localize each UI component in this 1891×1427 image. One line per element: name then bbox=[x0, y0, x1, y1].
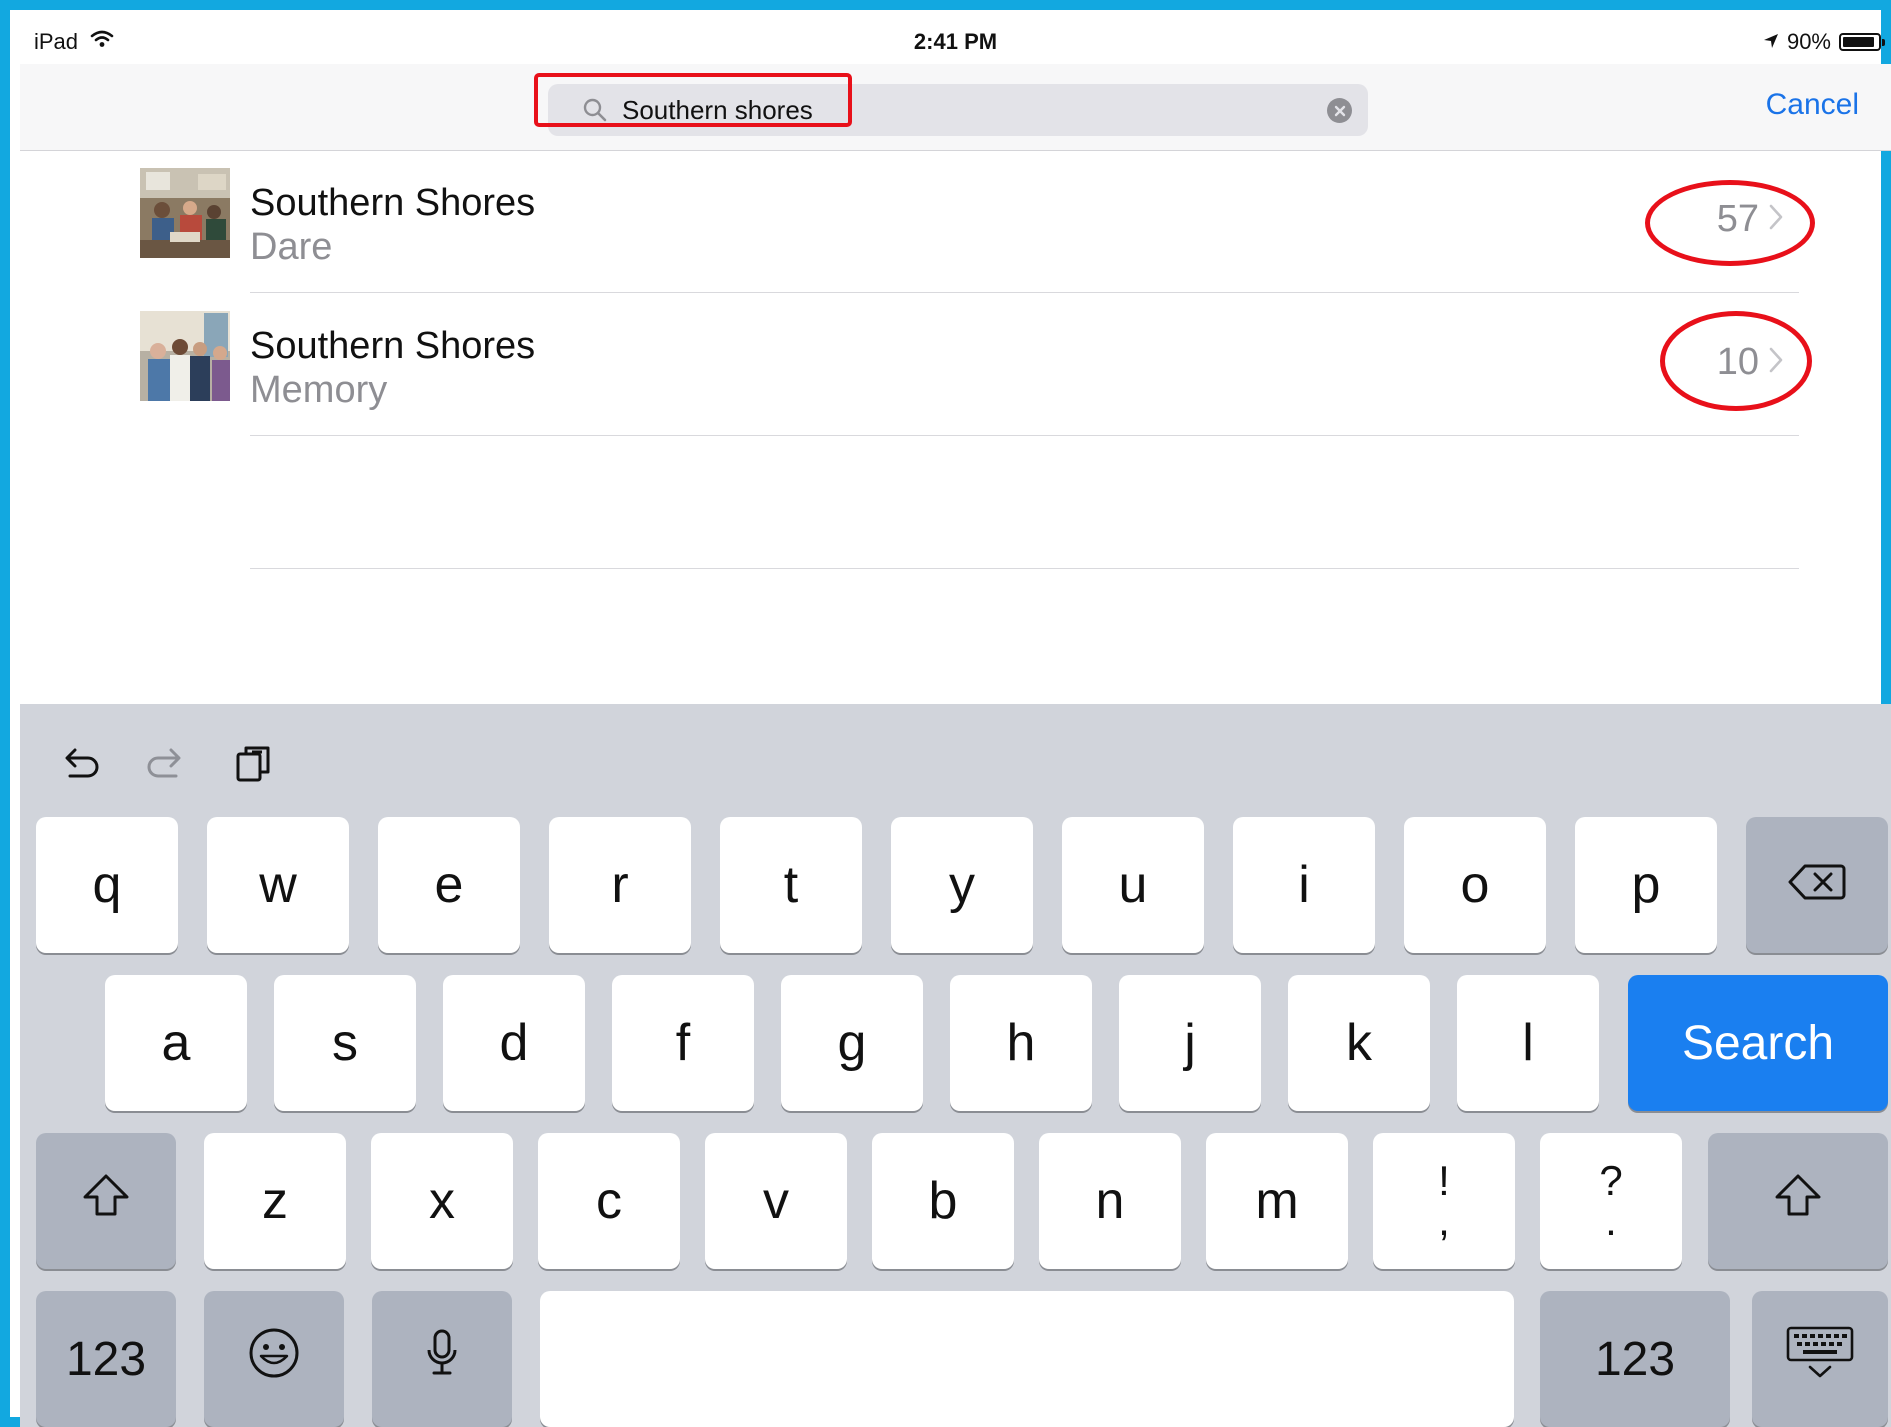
key-d[interactable]: d bbox=[443, 975, 585, 1111]
key-o[interactable]: o bbox=[1404, 817, 1546, 953]
clear-search-icon[interactable] bbox=[1327, 98, 1352, 123]
key-bottom-char: , bbox=[1438, 1197, 1450, 1244]
key-s[interactable]: s bbox=[274, 975, 416, 1111]
search-field[interactable] bbox=[548, 84, 1368, 136]
backspace-icon bbox=[1787, 855, 1847, 915]
key-r[interactable]: r bbox=[549, 817, 691, 953]
key-u[interactable]: u bbox=[1062, 817, 1204, 953]
emoji-icon bbox=[247, 1326, 301, 1393]
key-h[interactable]: h bbox=[950, 975, 1092, 1111]
row-divider bbox=[250, 568, 1799, 569]
status-right: 90% bbox=[1763, 29, 1885, 55]
chevron-right-icon bbox=[1769, 204, 1783, 235]
key-top-char: ! bbox=[1438, 1157, 1450, 1204]
battery-icon bbox=[1839, 33, 1885, 51]
location-arrow-icon bbox=[1763, 29, 1779, 55]
result-subtitle: Dare bbox=[250, 226, 333, 268]
row-divider bbox=[250, 435, 1799, 436]
key-question-period[interactable]: ? . bbox=[1540, 1133, 1682, 1269]
key-exclamation-comma[interactable]: ! , bbox=[1373, 1133, 1515, 1269]
key-i[interactable]: i bbox=[1233, 817, 1375, 953]
emoji-key[interactable] bbox=[204, 1291, 344, 1427]
dictation-key[interactable] bbox=[372, 1291, 512, 1427]
space-bar[interactable] bbox=[540, 1291, 1514, 1427]
hide-keyboard-key[interactable] bbox=[1752, 1291, 1888, 1427]
key-a[interactable]: a bbox=[105, 975, 247, 1111]
undo-icon[interactable] bbox=[60, 742, 102, 789]
key-w[interactable]: w bbox=[207, 817, 349, 953]
search-icon bbox=[582, 97, 608, 128]
screenshot-frame: iPad 2:41 PM 90% Southern shores Cancel … bbox=[0, 0, 1891, 1427]
key-t[interactable]: t bbox=[720, 817, 862, 953]
key-b[interactable]: b bbox=[872, 1133, 1014, 1269]
key-q[interactable]: q bbox=[36, 817, 178, 953]
result-subtitle: Memory bbox=[250, 369, 388, 411]
key-f[interactable]: f bbox=[612, 975, 754, 1111]
result-row[interactable]: Southern Shores Memory 10 bbox=[20, 293, 1891, 436]
key-k[interactable]: k bbox=[1288, 975, 1430, 1111]
result-title: Southern Shores bbox=[250, 182, 536, 224]
clock: 2:41 PM bbox=[913, 29, 998, 54]
onscreen-keyboard: q w e r t y u i o p a s d f g h j k l Se… bbox=[20, 704, 1891, 1427]
keyboard-dismiss-icon bbox=[1785, 1325, 1855, 1394]
key-n[interactable]: n bbox=[1039, 1133, 1181, 1269]
paste-icon[interactable] bbox=[232, 742, 274, 789]
key-x[interactable]: x bbox=[371, 1133, 513, 1269]
key-z[interactable]: z bbox=[204, 1133, 346, 1269]
redo-icon[interactable] bbox=[144, 742, 186, 789]
result-count: 10 bbox=[1716, 341, 1759, 383]
search-bar: Cancel bbox=[20, 64, 1891, 151]
key-g[interactable]: g bbox=[781, 975, 923, 1111]
numbers-key-right[interactable]: 123 bbox=[1540, 1291, 1730, 1427]
key-bottom-char: . bbox=[1605, 1197, 1617, 1244]
key-m[interactable]: m bbox=[1206, 1133, 1348, 1269]
result-title: Southern Shores bbox=[250, 325, 536, 367]
key-c[interactable]: c bbox=[538, 1133, 680, 1269]
shift-key-left[interactable] bbox=[36, 1133, 176, 1269]
shift-key-right[interactable] bbox=[1708, 1133, 1888, 1269]
key-v[interactable]: v bbox=[705, 1133, 847, 1269]
key-e[interactable]: e bbox=[378, 817, 520, 953]
microphone-icon bbox=[425, 1328, 459, 1391]
result-row[interactable]: Southern Shores Dare 57 bbox=[20, 150, 1891, 293]
numbers-key-left[interactable]: 123 bbox=[36, 1291, 176, 1427]
search-input[interactable] bbox=[622, 84, 1242, 136]
shift-icon bbox=[81, 1171, 131, 1231]
result-count: 57 bbox=[1716, 198, 1759, 240]
cancel-button[interactable]: Cancel bbox=[1766, 88, 1859, 122]
chevron-right-icon bbox=[1769, 347, 1783, 378]
status-bar: iPad 2:41 PM 90% bbox=[20, 20, 1891, 64]
search-key[interactable]: Search bbox=[1628, 975, 1888, 1111]
key-l[interactable]: l bbox=[1457, 975, 1599, 1111]
shift-icon bbox=[1773, 1171, 1823, 1231]
backspace-key[interactable] bbox=[1746, 817, 1888, 953]
ipad-screen: iPad 2:41 PM 90% Southern shores Cancel … bbox=[20, 20, 1891, 1427]
battery-percentage: 90% bbox=[1786, 29, 1831, 54]
key-j[interactable]: j bbox=[1119, 975, 1261, 1111]
photo-thumbnail bbox=[140, 168, 230, 258]
key-p[interactable]: p bbox=[1575, 817, 1717, 953]
photo-thumbnail bbox=[140, 311, 230, 401]
key-y[interactable]: y bbox=[891, 817, 1033, 953]
key-top-char: ? bbox=[1599, 1157, 1623, 1204]
